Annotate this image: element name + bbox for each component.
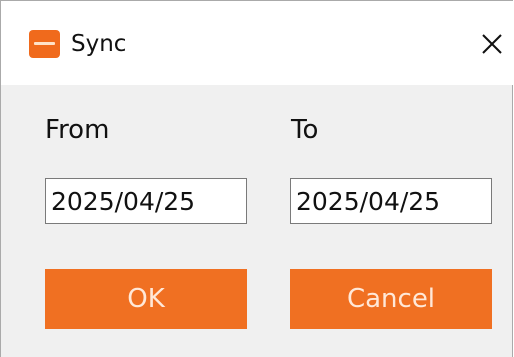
sync-dialog: Sync From To OK Cancel <box>0 0 513 357</box>
from-date-field[interactable] <box>45 178 247 224</box>
from-label: From <box>45 115 110 145</box>
to-date-field[interactable] <box>290 178 492 224</box>
cancel-button[interactable]: Cancel <box>290 269 492 329</box>
app-logo-stripe <box>34 42 55 45</box>
close-button[interactable] <box>471 25 511 65</box>
app-logo-icon <box>29 30 60 58</box>
cancel-button-label: Cancel <box>346 284 436 314</box>
close-icon <box>482 34 502 54</box>
ok-button-label: OK <box>127 284 165 314</box>
window-title: Sync <box>71 31 127 57</box>
ok-button[interactable]: OK <box>45 269 247 329</box>
to-label: To <box>291 115 319 145</box>
title-bar: Sync <box>1 1 513 85</box>
